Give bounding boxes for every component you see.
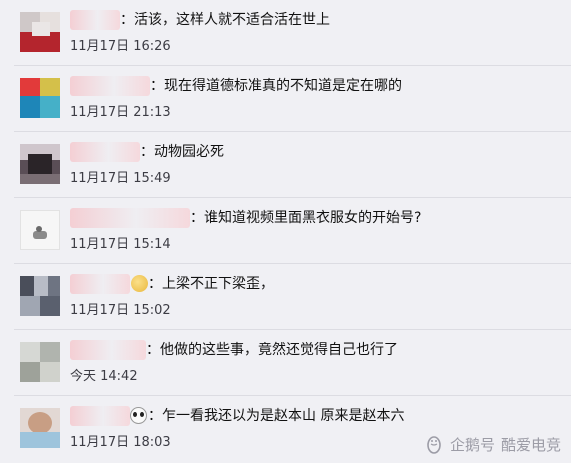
panda-emoji-icon [130,407,147,424]
comment-row: ：谁知道视频里面黑衣服女的开始号? 11月17日 15:14 [0,198,571,264]
comment-text: ：谁知道视频里面黑衣服女的开始号? [190,210,422,226]
username-blurred[interactable] [70,340,146,360]
comment-text: ：现在得道德标准真的不知道是定在哪的 [150,78,402,94]
user-avatar[interactable] [20,78,60,118]
comment-text: ：活该，这样人就不适合活在世上 [120,12,330,28]
username-blurred[interactable] [70,142,140,162]
comment-time: 今天 14:42 [70,369,138,384]
username-blurred[interactable] [70,274,130,294]
comment-text: ：乍一看我还以为是赵本山 原来是赵本六 [148,408,405,424]
user-avatar[interactable] [20,210,60,250]
penguin-icon [424,434,444,454]
smiley-emoji-icon [131,275,148,292]
comment-text: ：他做的这些事，竟然还觉得自己也行了 [146,342,398,358]
comment-time: 11月17日 16:26 [70,39,171,54]
user-avatar[interactable] [20,144,60,184]
username-blurred[interactable] [70,10,120,30]
username-blurred[interactable] [70,76,150,96]
username-blurred[interactable] [70,208,190,228]
comment-time: 11月17日 15:02 [70,303,171,318]
comment-row: ：现在得道德标准真的不知道是定在哪的 11月17日 21:13 [0,66,571,132]
comment-time: 11月17日 15:14 [70,237,171,252]
watermark-account: 酷爱电竞 [500,435,561,454]
watermark: 企鹅号 酷爱电竞 [424,433,561,455]
comment-time: 11月17日 21:13 [70,105,171,120]
comment-row: ：上梁不正下梁歪， 11月17日 15:02 [0,264,571,330]
user-avatar[interactable] [20,276,60,316]
comment-text: ：动物园必死 [140,144,224,160]
comment-time: 11月17日 15:49 [70,171,171,186]
comment-text: ：上梁不正下梁歪， [148,276,274,292]
user-avatar[interactable] [20,408,60,448]
watermark-brand: 企鹅号 [449,435,495,454]
comment-row: ：他做的这些事，竟然还觉得自己也行了 今天 14:42 [0,330,571,396]
user-avatar[interactable] [20,12,60,52]
username-blurred[interactable] [70,406,130,426]
user-avatar[interactable] [20,342,60,382]
comment-row: ：动物园必死 11月17日 15:49 [0,132,571,198]
comment-time: 11月17日 18:03 [70,435,171,450]
comment-row: ：活该，这样人就不适合活在世上 11月17日 16:26 [0,0,571,66]
